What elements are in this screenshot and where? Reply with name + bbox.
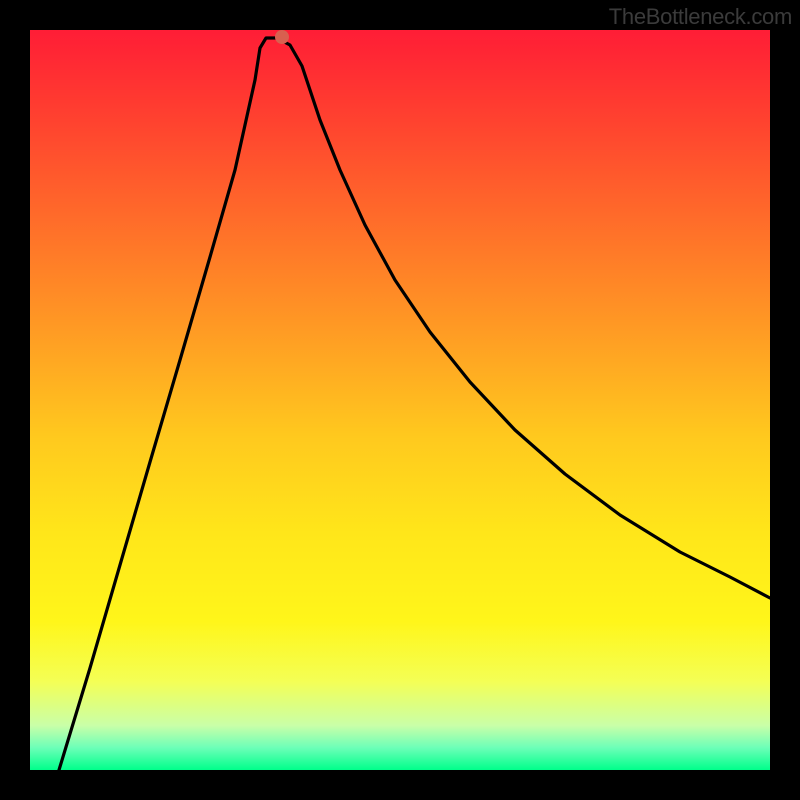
bottleneck-curve	[59, 38, 770, 770]
optimal-point-marker	[275, 30, 289, 44]
curve-svg	[30, 30, 770, 770]
watermark-text: TheBottleneck.com	[609, 4, 792, 30]
plot-area	[30, 30, 770, 770]
chart-frame: TheBottleneck.com	[0, 0, 800, 800]
